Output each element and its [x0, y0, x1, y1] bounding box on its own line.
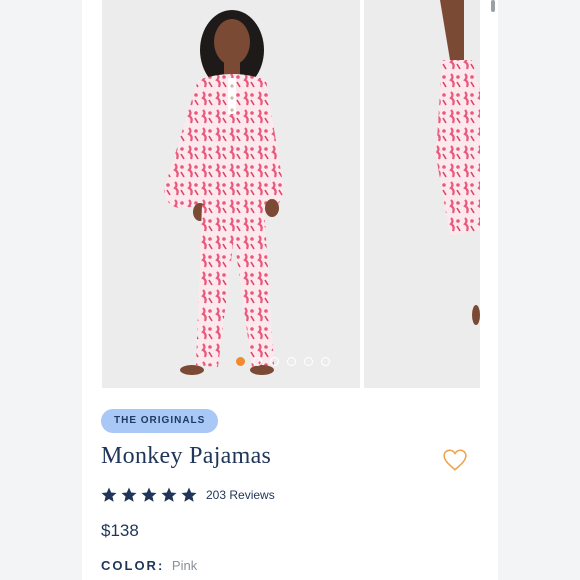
gallery-dot-6[interactable] — [321, 357, 330, 366]
gallery-dot-1[interactable] — [236, 357, 245, 366]
color-label: COLOR: — [101, 558, 165, 573]
gallery-dot-2[interactable] — [253, 357, 262, 366]
product-image-main[interactable] — [102, 0, 360, 388]
collection-badge: THE ORIGINALS — [101, 409, 219, 433]
product-image-next[interactable] — [364, 0, 480, 388]
gallery-pagination — [236, 357, 330, 369]
product-price: $138 — [101, 521, 139, 540]
product-rating[interactable]: 203 Reviews — [100, 486, 275, 504]
image-gallery[interactable] — [102, 0, 482, 388]
heart-icon[interactable] — [442, 447, 468, 473]
reviews-link[interactable]: 203 Reviews — [206, 488, 275, 502]
model-illustration-2 — [364, 0, 480, 388]
gallery-dot-4[interactable] — [287, 357, 296, 366]
gallery-dot-3[interactable] — [270, 357, 279, 366]
star-icon — [101, 487, 117, 502]
star-rating — [100, 486, 198, 504]
product-title: Monkey Pajamas — [101, 443, 272, 469]
star-icon — [121, 487, 137, 502]
scrollbar[interactable] — [491, 0, 495, 12]
model-illustration — [102, 0, 360, 388]
color-selector: COLOR: Pink — [101, 558, 197, 573]
star-icon — [161, 487, 177, 502]
gallery-dot-5[interactable] — [304, 357, 313, 366]
star-icon — [141, 487, 157, 502]
color-value: Pink — [171, 558, 198, 573]
product-page: THE ORIGINALS Monkey Pajamas 203 Reviews… — [82, 0, 498, 580]
star-icon — [181, 487, 197, 502]
